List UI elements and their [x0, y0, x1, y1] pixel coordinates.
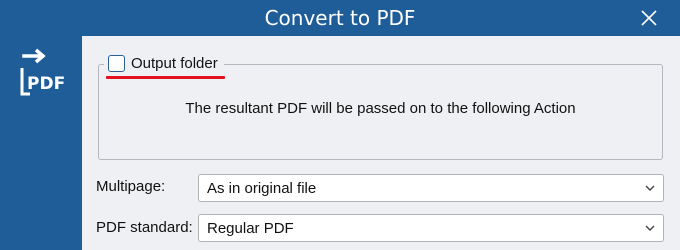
- multipage-select[interactable]: As in original file: [198, 174, 664, 202]
- chevron-down-icon: [645, 225, 655, 231]
- pdf-standard-label: PDF standard:: [96, 219, 193, 236]
- output-folder-legend: Output folder: [104, 52, 224, 74]
- pdf-icon-text: PDF: [27, 74, 65, 94]
- close-icon[interactable]: [638, 7, 660, 29]
- pdf-standard-select[interactable]: Regular PDF: [198, 214, 664, 242]
- window-title: Convert to PDF: [264, 6, 416, 30]
- pdf-convert-icon: PDF: [20, 48, 65, 96]
- chevron-down-icon: [645, 185, 655, 191]
- pdf-standard-value: Regular PDF: [207, 220, 294, 237]
- output-folder-checkbox[interactable]: [108, 54, 125, 72]
- sidebar: PDF: [0, 36, 82, 250]
- output-message: The resultant PDF will be passed on to t…: [185, 100, 576, 117]
- dialog-content: Output folder The resultant PDF will be …: [82, 36, 680, 250]
- title-bar: Convert to PDF: [0, 0, 680, 36]
- multipage-value: As in original file: [207, 180, 317, 197]
- multipage-label: Multipage:: [96, 178, 166, 195]
- highlight-underline: [106, 76, 225, 79]
- output-folder-label[interactable]: Output folder: [131, 55, 218, 72]
